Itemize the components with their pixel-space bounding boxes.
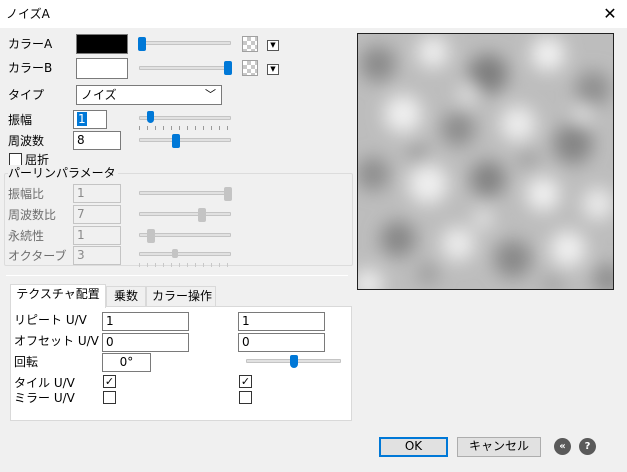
amplitude-label: 振幅 (8, 113, 33, 127)
tile-v-checkbox[interactable]: ✓ (239, 375, 252, 388)
persistence-input[interactable]: 1 (73, 226, 121, 245)
amplitude-input[interactable]: 1 (73, 110, 107, 129)
noise-preview-svg (358, 34, 613, 289)
perlin-group-title: パーリンパラメータ (8, 165, 118, 181)
frequency-ratio-slider-thumb[interactable] (198, 208, 207, 222)
mirror-v-checkbox[interactable] (239, 391, 252, 404)
frequency-ratio-slider-track[interactable] (139, 212, 231, 216)
color-a-label: カラーA (8, 37, 53, 51)
section-separator (6, 275, 348, 276)
type-select-value: ノイズ (81, 88, 117, 102)
tab-color-operation[interactable]: カラー操作 (146, 286, 216, 307)
color-a-slider-thumb[interactable] (138, 37, 146, 51)
repeat-v-input[interactable]: 1 (238, 312, 325, 331)
frequency-input[interactable]: 8 (73, 131, 121, 150)
amplitude-slider-ticks (139, 126, 233, 130)
type-select[interactable]: ノイズ ﹀ (76, 85, 222, 105)
title-bar (0, 0, 627, 28)
color-b-slider-thumb[interactable] (224, 61, 232, 75)
ok-button[interactable]: OK (379, 437, 448, 457)
cancel-button[interactable]: キャンセル (457, 437, 541, 457)
rotation-slider-thumb[interactable] (289, 355, 298, 368)
persistence-slider-thumb[interactable] (146, 229, 155, 243)
offset-u-input[interactable]: 0 (102, 333, 189, 352)
amplitude-ratio-slider-track[interactable] (139, 191, 231, 195)
amplitude-ratio-label: 振幅比 (8, 187, 45, 201)
color-a-slider-track[interactable] (139, 41, 231, 45)
color-a-dropdown-icon[interactable]: ▼ (267, 40, 279, 51)
amplitude-value: 1 (77, 112, 87, 126)
octave-slider-track[interactable] (139, 252, 231, 256)
color-a-texture-map-icon[interactable] (242, 36, 258, 52)
type-label: タイプ (8, 88, 45, 102)
amplitude-slider-thumb[interactable] (146, 111, 154, 123)
offset-v-input[interactable]: 0 (238, 333, 325, 352)
frequency-slider-track[interactable] (139, 138, 231, 142)
mirror-u-checkbox[interactable] (103, 391, 116, 404)
color-b-slider-track[interactable] (139, 66, 231, 70)
color-b-label: カラーB (8, 61, 53, 75)
frequency-ratio-input[interactable]: 7 (73, 205, 121, 224)
persistence-label: 永続性 (8, 229, 45, 243)
repeat-u-input[interactable]: 1 (102, 312, 189, 331)
rotation-label: 回転 (14, 355, 39, 369)
repeat-label: リピート U/V (14, 313, 87, 327)
frequency-slider-thumb[interactable] (172, 134, 181, 148)
offset-label: オフセット U/V (14, 334, 99, 348)
octave-label: オクターブ (8, 249, 67, 263)
tile-label: タイル U/V (14, 376, 75, 390)
amplitude-ratio-slider-thumb[interactable] (224, 187, 232, 201)
amplitude-ratio-input[interactable]: 1 (73, 184, 121, 203)
frequency-label: 周波数 (8, 134, 45, 148)
noise-preview-image (357, 33, 614, 290)
frequency-ratio-label: 周波数比 (8, 208, 57, 222)
octave-input[interactable]: 3 (73, 246, 121, 265)
tab-texture-placement[interactable]: テクスチャ配置 (10, 284, 106, 308)
mirror-label: ミラー U/V (14, 391, 75, 405)
help-icon[interactable]: ? (579, 438, 596, 455)
color-b-dropdown-icon[interactable]: ▼ (267, 64, 279, 75)
rotation-input[interactable]: 0° (102, 353, 151, 372)
color-a-swatch[interactable] (76, 34, 128, 54)
window-title: ノイズA (6, 7, 50, 21)
tab-multiplier[interactable]: 乗数 (106, 286, 146, 307)
chevron-down-icon: ﹀ (205, 88, 216, 101)
close-icon[interactable]: ✕ (600, 4, 620, 24)
color-b-swatch[interactable] (76, 58, 128, 79)
octave-slider-ticks (139, 263, 233, 267)
tile-u-checkbox[interactable]: ✓ (103, 375, 116, 388)
color-b-texture-map-icon[interactable] (242, 60, 258, 76)
octave-slider-thumb[interactable] (172, 249, 179, 258)
back-double-chevron-icon[interactable]: « (554, 438, 571, 455)
